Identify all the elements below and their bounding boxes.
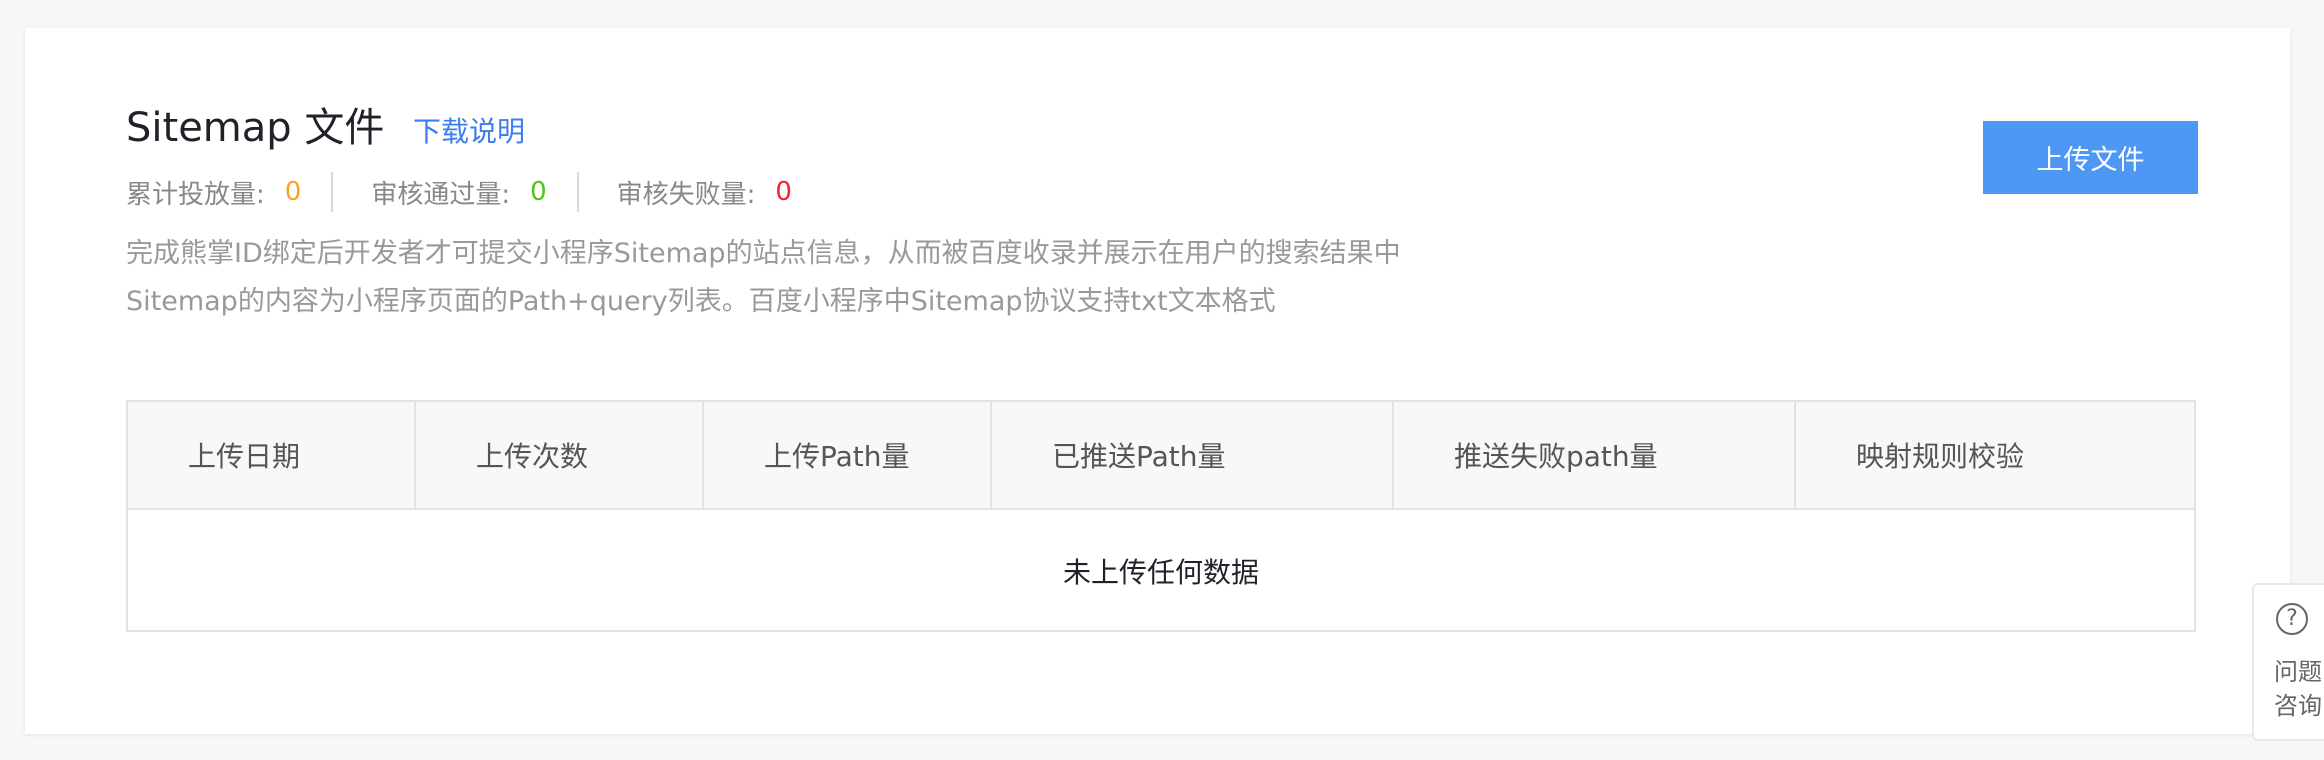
column-header-upload-date: 上传日期 [128, 402, 416, 508]
upload-file-button[interactable]: 上传文件 [1983, 121, 2198, 194]
stat-label: 审核通过量: [371, 179, 511, 210]
column-header-mapping-rule-check: 映射规则校验 [1856, 440, 2025, 473]
stat-total-submitted: 累计投放量: 0 [126, 174, 301, 211]
page-title: Sitemap 文件 [126, 105, 385, 151]
download-instructions-link[interactable]: 下载说明 [413, 112, 525, 152]
question-circle-icon: ? [2276, 603, 2308, 635]
stat-label: 审核失败量: [616, 179, 756, 210]
description-line: 完成熊掌ID绑定后开发者才可提交小程序Sitemap的站点信息，从而被百度收录并… [126, 238, 1401, 269]
divider [576, 172, 579, 212]
stat-value: 0 [284, 177, 302, 207]
description-line: Sitemap的内容为小程序页面的Path+query列表。百度小程序中Site… [126, 286, 1276, 317]
stat-value: 0 [530, 177, 547, 207]
column-header-upload-path-count: 上传Path量 [704, 402, 992, 508]
column-header-failed-path-count: 推送失败path量 [1394, 402, 1796, 508]
stat-label: 累计投放量: [126, 179, 265, 210]
divider [331, 172, 334, 212]
column-header-upload-count: 上传次数 [416, 402, 704, 508]
help-label-line: 咨询 [2274, 692, 2322, 720]
column-header-pushed-path-count: 已推送Path量 [992, 402, 1394, 508]
help-label-line: 问题 [2274, 658, 2322, 686]
table-header: 上传日期 上传次数 上传Path量 已推送Path量 推送失败path量 映射规… [128, 402, 2194, 510]
help-consult-widget[interactable]: ? 问题 咨询 [2252, 583, 2324, 741]
sitemap-table: 上传日期 上传次数 上传Path量 已推送Path量 推送失败path量 映射规… [126, 400, 2196, 632]
help-label: 问题 咨询 [2274, 655, 2322, 723]
stat-failed: 审核失败量: 0 [617, 174, 792, 211]
stats-bar: 累计投放量: 0 审核通过量: 0 审核失败量: 0 [126, 170, 792, 214]
table-empty-state: 未上传任何数据 [1062, 556, 1259, 589]
stat-approved: 审核通过量: 0 [371, 174, 546, 211]
stat-value: 0 [775, 177, 792, 207]
description: 完成熊掌ID绑定后开发者才可提交小程序Sitemap的站点信息，从而被百度收录并… [126, 230, 1401, 326]
